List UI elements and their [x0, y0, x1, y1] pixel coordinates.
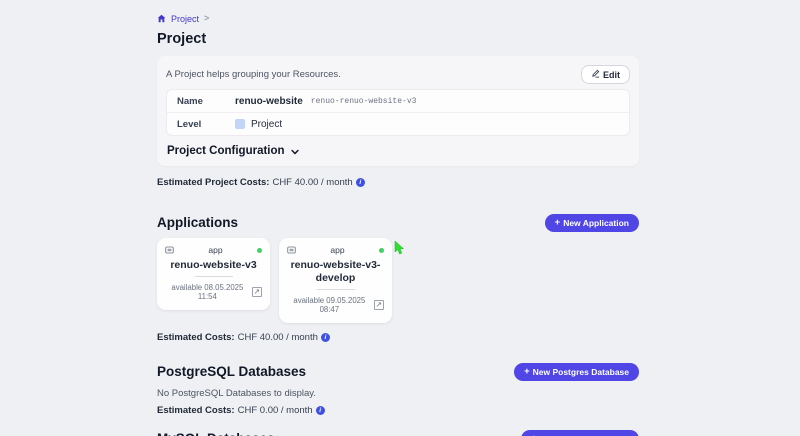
edit-button-label: Edit [603, 70, 620, 80]
applications-costs-label: Estimated Costs: [157, 332, 235, 343]
project-configuration-toggle[interactable]: Project Configuration [166, 145, 630, 157]
info-icon[interactable]: i [321, 333, 330, 342]
project-configuration-label: Project Configuration [167, 145, 285, 157]
chevron-down-icon [290, 146, 300, 157]
new-mysql-database-button[interactable]: + New MySQL Database [521, 430, 639, 436]
app-availability-text: available 08.05.2025 11:54 [165, 283, 250, 301]
edit-button[interactable]: Edit [581, 65, 630, 84]
name-row-label: Name [177, 96, 235, 107]
app-box-icon [287, 246, 296, 254]
project-description: A Project helps grouping your Resources. [166, 65, 341, 80]
table-row-level: Level Project [167, 112, 629, 135]
project-name-value: renuo-website [235, 96, 303, 107]
edit-pencil-icon [591, 69, 600, 80]
app-availability-text: available 09.05.2025 08:47 [287, 296, 372, 314]
mysql-title: MySQL Databases [157, 431, 275, 436]
app-name: renuo-website-v3-develop [287, 259, 384, 285]
status-online-dot [379, 248, 384, 253]
level-row-label: Level [177, 119, 235, 130]
postgres-title: PostgreSQL Databases [157, 364, 306, 379]
applications-costs-line: Estimated Costs: CHF 40.00 / month i [157, 332, 639, 343]
title-underline [317, 289, 355, 290]
table-row-name: Name renuo-website renuo-renuo-website-v… [167, 90, 629, 112]
applications-title: Applications [157, 215, 238, 230]
postgres-empty-message: No PostgreSQL Databases to display. [157, 388, 639, 399]
breadcrumb-link-project[interactable]: Project [171, 14, 199, 24]
chevron-right-icon: > [204, 14, 209, 23]
main-content: Project > Project A Project helps groupi… [157, 0, 639, 436]
project-costs-label: Estimated Project Costs: [157, 177, 269, 188]
info-icon[interactable]: i [356, 178, 365, 187]
home-icon[interactable] [157, 14, 166, 23]
postgres-section: PostgreSQL Databases + New Postgres Data… [157, 363, 639, 416]
applications-section: Applications + New Application app renuo… [157, 214, 639, 343]
info-icon[interactable]: i [316, 406, 325, 415]
applications-costs-value: CHF 40.00 / month [238, 332, 318, 343]
app-availability: available 08.05.2025 11:54 ↗ [165, 283, 262, 301]
project-costs-value: CHF 40.00 / month [272, 177, 352, 188]
application-card[interactable]: app renuo-website-v3-develop available 0… [279, 238, 392, 323]
title-underline [195, 276, 233, 277]
project-card: A Project helps grouping your Resources.… [157, 56, 639, 166]
new-postgres-label: New Postgres Database [533, 367, 629, 377]
app-box-icon [165, 246, 174, 254]
app-kind-label: app [208, 245, 222, 255]
app-kind-label: app [330, 245, 344, 255]
new-application-button[interactable]: + New Application [545, 214, 639, 232]
project-properties-table: Name renuo-website renuo-renuo-website-v… [166, 89, 630, 136]
breadcrumb: Project > [157, 13, 639, 24]
mysql-section: MySQL Databases + New MySQL Database No … [157, 430, 639, 436]
application-card[interactable]: app renuo-website-v3 available 08.05.202… [157, 238, 270, 310]
app-name: renuo-website-v3 [165, 259, 262, 272]
external-link-icon[interactable]: ↗ [374, 300, 384, 310]
postgres-costs-label: Estimated Costs: [157, 405, 235, 416]
postgres-costs-value: CHF 0.00 / month [238, 405, 313, 416]
project-level-value: Project [251, 119, 282, 130]
page-title: Project [157, 31, 639, 47]
application-cards: app renuo-website-v3 available 08.05.202… [157, 238, 639, 323]
project-costs-line: Estimated Project Costs: CHF 40.00 / mon… [157, 177, 639, 188]
project-level-icon [235, 119, 245, 129]
app-availability: available 09.05.2025 08:47 ↗ [287, 296, 384, 314]
new-application-label: New Application [563, 218, 629, 228]
postgres-costs-line: Estimated Costs: CHF 0.00 / month i [157, 405, 639, 416]
status-online-dot [257, 248, 262, 253]
external-link-icon[interactable]: ↗ [252, 287, 262, 297]
new-postgres-database-button[interactable]: + New Postgres Database [514, 363, 639, 381]
plus-icon: + [524, 367, 530, 377]
project-name-id: renuo-renuo-website-v3 [311, 97, 417, 106]
plus-icon: + [555, 218, 561, 228]
